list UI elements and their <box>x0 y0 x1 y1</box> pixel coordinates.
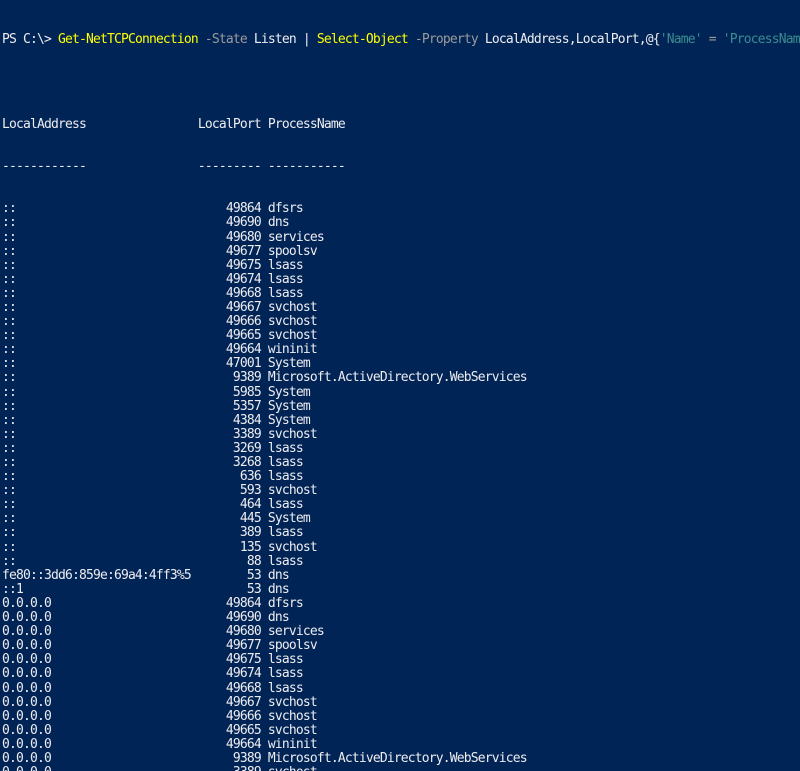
table-row: :: 49664 wininit <box>2 343 800 357</box>
table-row: fe80::3dd6:859e:69a4:4ff3%5 53 dns <box>2 569 800 583</box>
table-row: 0.0.0.0 3389 svchost <box>2 766 800 771</box>
cmdlet-get-nettcpconnection: Get-NetTCPConnection <box>58 32 198 47</box>
table-row: 0.0.0.0 49665 svchost <box>2 724 800 738</box>
table-row: 0.0.0.0 49690 dns <box>2 611 800 625</box>
table-row: :: 389 lsass <box>2 526 800 540</box>
table-row: 0.0.0.0 9389 Microsoft.ActiveDirectory.W… <box>2 752 800 766</box>
table-row: :: 47001 System <box>2 357 800 371</box>
table-row: 0.0.0.0 49864 dfsrs <box>2 597 800 611</box>
table-row: 0.0.0.0 49677 spoolsv <box>2 639 800 653</box>
table-row: ::1 53 dns <box>2 583 800 597</box>
blank-line <box>2 75 800 89</box>
table-row: 0.0.0.0 49680 services <box>2 625 800 639</box>
table-separator-row: ------------ --------- ----------- <box>2 160 800 174</box>
space <box>716 32 723 47</box>
table-row: :: 49675 lsass <box>2 259 800 273</box>
table-row: :: 3269 lsass <box>2 442 800 456</box>
table-row: 0.0.0.0 49666 svchost <box>2 710 800 724</box>
prompt: PS C:\> <box>2 32 58 47</box>
table-row: :: 49666 svchost <box>2 315 800 329</box>
table-row: :: 593 svchost <box>2 484 800 498</box>
table-row: :: 88 lsass <box>2 555 800 569</box>
table-row: 0.0.0.0 49668 lsass <box>2 682 800 696</box>
command-line: PS C:\> Get-NetTCPConnection -State List… <box>2 33 800 47</box>
table-row: :: 49665 svchost <box>2 329 800 343</box>
table-row: 0.0.0.0 49667 svchost <box>2 696 800 710</box>
table-row: :: 5357 System <box>2 400 800 414</box>
table-row: :: 3389 svchost <box>2 428 800 442</box>
table-row: :: 49667 svchost <box>2 301 800 315</box>
table-row: :: 445 System <box>2 512 800 526</box>
table-row: :: 49690 dns <box>2 216 800 230</box>
table-row: 0.0.0.0 49674 lsass <box>2 667 800 681</box>
arg-listen: Listen <box>247 32 303 47</box>
table-row: :: 49864 dfsrs <box>2 202 800 216</box>
table-row: :: 4384 System <box>2 414 800 428</box>
string-name-key: 'Name' <box>660 32 702 47</box>
table-row: 0.0.0.0 49675 lsass <box>2 653 800 667</box>
table-row: :: 49668 lsass <box>2 287 800 301</box>
table-row: :: 49680 services <box>2 231 800 245</box>
space <box>408 32 415 47</box>
table-row: :: 5985 System <box>2 386 800 400</box>
table-row: :: 49677 spoolsv <box>2 245 800 259</box>
table-row: :: 9389 Microsoft.ActiveDirectory.WebSer… <box>2 371 800 385</box>
powershell-terminal[interactable]: PS C:\> Get-NetTCPConnection -State List… <box>0 0 800 771</box>
pipe-operator: | <box>303 32 317 47</box>
string-processname: 'ProcessNam <box>723 32 800 47</box>
property-list: LocalAddress,LocalPort,@{ <box>478 32 660 47</box>
table-body: :: 49864 dfsrs:: 49690 dns:: 49680 servi… <box>2 202 800 771</box>
table-row: :: 49674 lsass <box>2 273 800 287</box>
equals-operator: = <box>709 32 716 47</box>
table-row: :: 464 lsass <box>2 498 800 512</box>
table-row: :: 135 svchost <box>2 541 800 555</box>
table-header-row: LocalAddress LocalPort ProcessName <box>2 118 800 132</box>
table-row: :: 636 lsass <box>2 470 800 484</box>
space <box>198 32 205 47</box>
table-row: :: 3268 lsass <box>2 456 800 470</box>
cmdlet-select-object: Select-Object <box>317 32 408 47</box>
param-property: -Property <box>415 32 478 47</box>
table-row: 0.0.0.0 49664 wininit <box>2 738 800 752</box>
space <box>702 32 709 47</box>
param-state: -State <box>205 32 247 47</box>
